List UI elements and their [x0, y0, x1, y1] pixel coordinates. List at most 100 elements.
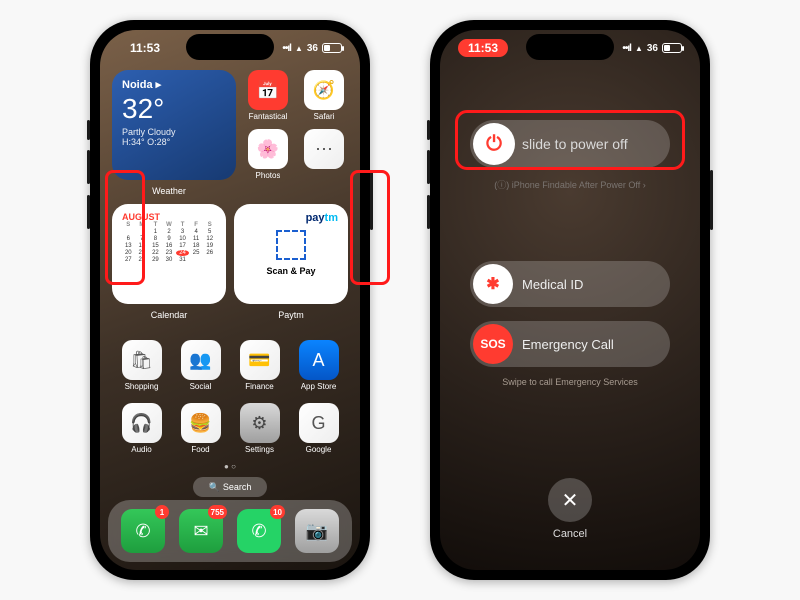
app-app-store[interactable]: A App Store [299, 340, 339, 391]
app-shopping[interactable]: 🛍Shopping [122, 340, 162, 391]
mute-switch[interactable] [87, 120, 90, 140]
app-label: Food [191, 445, 209, 454]
calendar-day: 23 [163, 250, 176, 256]
battery-icon [322, 43, 342, 53]
findable-note[interactable]: (ⓘ) iPhone Findable After Power Off › [440, 178, 700, 191]
calendar-day: 4 [190, 229, 203, 235]
medical-id-slider[interactable]: ✱ Medical ID [470, 261, 670, 307]
volume-up-button[interactable] [87, 150, 90, 184]
calendar-dow: F [190, 222, 203, 228]
app-label: Settings [245, 445, 274, 454]
status-indicators: 36 [282, 43, 342, 54]
status-time: 11:53 [118, 41, 160, 55]
search-icon: 🔍 [209, 482, 220, 493]
messages-icon: ✉755 [179, 509, 223, 553]
phone-left: 11:53 36 Noida ▸ 32° Partly Cloudy H:34°… [90, 20, 370, 580]
calendar-day: 3 [176, 229, 189, 235]
power-off-slider[interactable]: ⏻ slide to power off [470, 120, 670, 168]
app-settings[interactable]: ⚙ Settings [240, 403, 280, 454]
close-icon[interactable]: ✕ [548, 478, 592, 522]
Google-icon: G [299, 403, 339, 443]
spotlight-search[interactable]: 🔍 Search [193, 477, 267, 497]
cellular-icon [282, 43, 291, 54]
Social-icon: 👥 [181, 340, 221, 380]
Audio-icon: 🎧 [122, 403, 162, 443]
medical-icon[interactable]: ✱ [473, 264, 513, 304]
calendar-day: 18 [190, 243, 203, 249]
calendar-dow: T [149, 222, 162, 228]
app-social[interactable]: 👥Social [181, 340, 221, 391]
cancel-label: Cancel [553, 528, 587, 540]
volume-up-button[interactable] [427, 150, 430, 184]
calendar-day: 13 [122, 243, 135, 249]
badge: 755 [208, 505, 227, 519]
calendar-day: 12 [203, 236, 216, 242]
app-phone[interactable]: ✆1 [121, 509, 165, 553]
badge: 10 [270, 505, 285, 519]
calendar-day: 24 [176, 250, 189, 256]
app-icon: ⋯ [304, 129, 344, 169]
calendar-day: 17 [176, 243, 189, 249]
paytm-caption: Paytm [234, 310, 348, 320]
emergency-call-slider[interactable]: SOS Emergency Call [470, 321, 670, 367]
app-audio[interactable]: 🎧Audio [122, 403, 162, 454]
calendar-month: AUGUST [122, 212, 216, 222]
calendar-day: 27 [122, 257, 135, 263]
app-[interactable]: ⋯ [300, 129, 348, 180]
app-photos[interactable]: 🌸Photos [244, 129, 292, 180]
sos-icon[interactable]: SOS [473, 324, 513, 364]
dynamic-island [186, 34, 274, 60]
weather-hilo: H:34° O:28° [122, 137, 226, 147]
calendar-day: 26 [203, 250, 216, 256]
swipe-note: Swipe to call Emergency Services [440, 377, 700, 387]
app-label: App Store [301, 382, 337, 391]
App Store-icon: A [299, 340, 339, 380]
weather-caption: Weather [112, 186, 226, 196]
page-dots[interactable]: ● ○ [100, 462, 360, 471]
calendar-day: 19 [203, 243, 216, 249]
status-time: 11:53 [458, 39, 508, 57]
phone-right: 11:53 36 ⏻ slide to power off (ⓘ) iPhone… [430, 20, 710, 580]
phone-icon: ✆1 [121, 509, 165, 553]
app-food[interactable]: 🍔 Food [181, 403, 221, 454]
paytm-logo: paytm [244, 212, 338, 224]
side-button[interactable] [710, 170, 713, 230]
Finance-icon: 💳 [240, 340, 280, 380]
Shopping-icon: 🛍 [122, 340, 162, 380]
mute-switch[interactable] [427, 120, 430, 140]
calendar-day: 6 [122, 236, 135, 242]
cancel-button[interactable]: ✕ Cancel [548, 478, 592, 540]
app-whatsapp[interactable]: ✆10 [237, 509, 281, 553]
calendar-dow: S [122, 222, 135, 228]
calendar-day: 11 [190, 236, 203, 242]
calendar-day: 7 [136, 236, 149, 242]
app-safari[interactable]: 🧭Safari [300, 70, 348, 121]
weather-temp: 32° [122, 93, 226, 125]
Food-icon: 🍔 [181, 403, 221, 443]
power-icon[interactable]: ⏻ [473, 123, 515, 165]
calendar-caption: Calendar [112, 310, 226, 320]
calendar-day: 15 [149, 243, 162, 249]
app-label: Safari [314, 112, 335, 121]
calendar-dow: S [203, 222, 216, 228]
app-fantastical[interactable]: 📅Fantastical [244, 70, 292, 121]
app-google[interactable]: GGoogle [299, 403, 339, 454]
calendar-day: 5 [203, 229, 216, 235]
calendar-day: 21 [136, 250, 149, 256]
side-button[interactable] [370, 170, 373, 230]
home-screen: Noida ▸ 32° Partly Cloudy H:34° O:28° 📅F… [100, 30, 360, 570]
search-label: Search [223, 482, 252, 492]
cellular-icon [622, 43, 631, 54]
calendar-day: 29 [149, 257, 162, 263]
volume-down-button[interactable] [427, 195, 430, 229]
paytm-widget[interactable]: paytm Scan & Pay [234, 204, 348, 304]
weather-widget[interactable]: Noida ▸ 32° Partly Cloudy H:34° O:28° [112, 70, 236, 180]
app-finance[interactable]: 💳Finance [240, 340, 280, 391]
app-messages[interactable]: ✉755 [179, 509, 223, 553]
app-camera[interactable]: 📷 [295, 509, 339, 553]
qr-icon [276, 230, 306, 260]
wifi-icon [295, 43, 303, 54]
volume-down-button[interactable] [87, 195, 90, 229]
Settings-icon: ⚙ [240, 403, 280, 443]
calendar-widget[interactable]: AUGUST SMTWTFS12345678910111213141516171… [112, 204, 226, 304]
